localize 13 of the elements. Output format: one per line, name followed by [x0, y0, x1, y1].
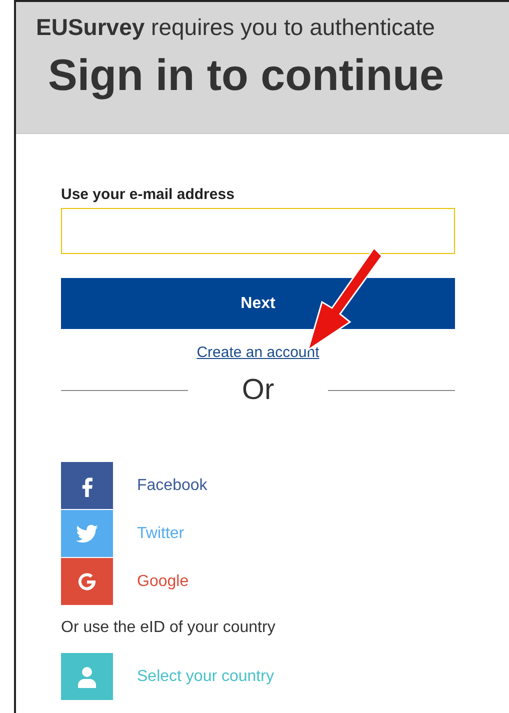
provider-link[interactable]: Facebook	[137, 476, 208, 494]
email-input-field[interactable]	[61, 208, 455, 254]
next-button[interactable]: Next	[61, 278, 455, 329]
or-divider-text: Or	[242, 374, 274, 407]
create-account-link[interactable]: Create an account	[196, 344, 320, 361]
person-icon[interactable]	[61, 653, 113, 700]
header-subtitle: EUSurvey requires you to authenticate	[36, 14, 436, 41]
g-logo-icon[interactable]	[61, 558, 113, 605]
eid-text: Or use the eID of your country	[61, 619, 276, 637]
page-title: Sign in to continue	[48, 51, 445, 101]
provider-link[interactable]: Google	[137, 572, 189, 590]
email-label: Use your e-mail address	[61, 186, 236, 203]
facebook-logo-icon[interactable]	[61, 462, 113, 509]
